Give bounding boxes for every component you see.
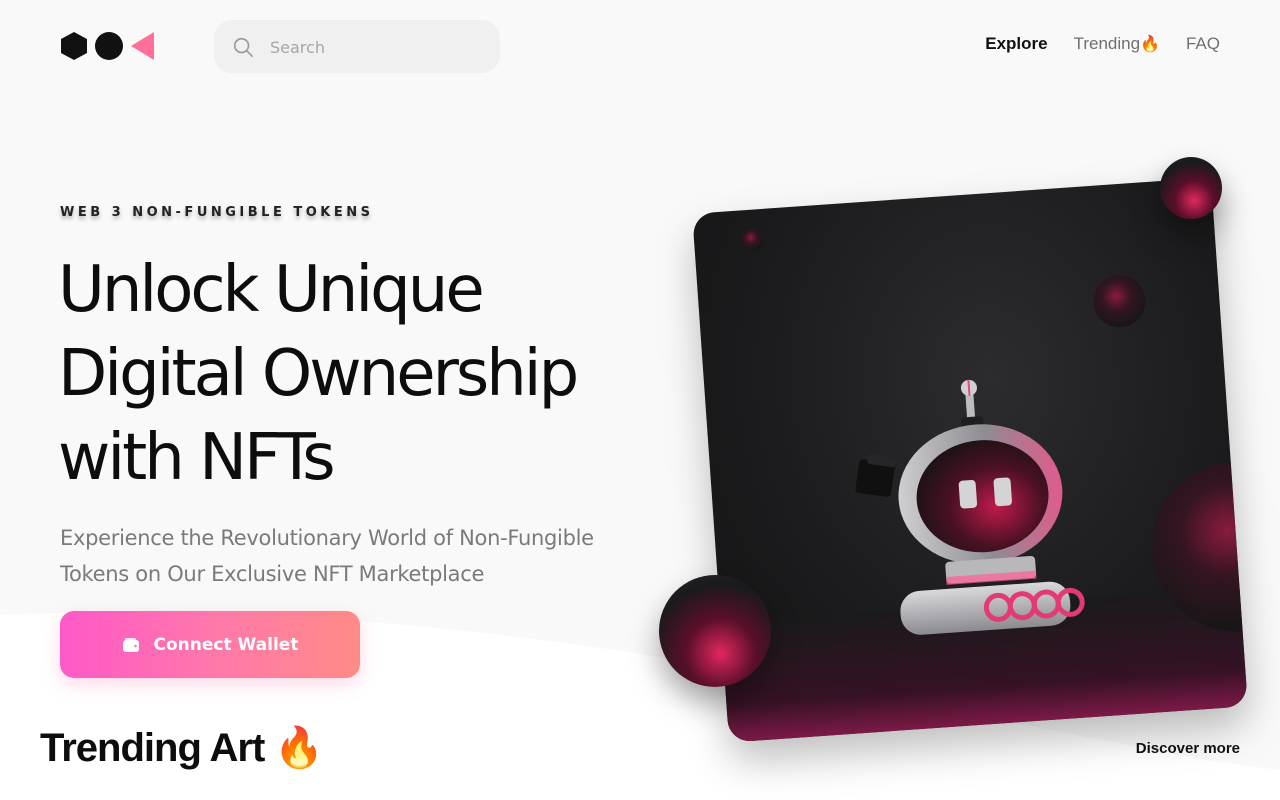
hero-artwork bbox=[650, 150, 1250, 770]
hero-subtitle-line: Tokens on Our Exclusive NFT Marketplace bbox=[60, 562, 485, 586]
connect-wallet-button[interactable]: Connect Wallet bbox=[60, 611, 360, 678]
hero-title-line: with NFTs bbox=[58, 421, 336, 495]
nav-trending-label: Trending bbox=[1073, 34, 1141, 53]
main-nav: Explore Trending🔥 FAQ bbox=[985, 34, 1220, 54]
hero-eyebrow: WEB 3 NON-FUNGIBLE TOKENS bbox=[60, 205, 374, 220]
robot-scene-image bbox=[741, 228, 1248, 635]
search-icon bbox=[233, 37, 253, 57]
nav-trending[interactable]: Trending🔥 bbox=[1074, 34, 1160, 54]
hero-subtitle-line: Experience the Revolutionary World of No… bbox=[60, 526, 594, 550]
search-input[interactable] bbox=[270, 32, 480, 62]
hero-subtitle: Experience the Revolutionary World of No… bbox=[60, 520, 660, 592]
top-header: Explore Trending🔥 FAQ bbox=[0, 0, 1280, 92]
nft-art-card[interactable] bbox=[692, 177, 1248, 743]
hero-title: Unlock Unique Digital Ownership with NFT… bbox=[58, 248, 678, 500]
nav-explore[interactable]: Explore bbox=[985, 34, 1047, 54]
trending-title-text: Trending Art bbox=[40, 726, 265, 770]
trending-title: Trending Art 🔥 bbox=[40, 724, 324, 771]
hero-title-line: Digital Ownership bbox=[58, 337, 579, 411]
wallet-icon bbox=[122, 637, 139, 652]
floating-orb-bottom bbox=[659, 575, 771, 687]
nav-faq[interactable]: FAQ bbox=[1186, 34, 1220, 54]
floating-orb-top bbox=[1160, 157, 1222, 219]
logo-icon[interactable] bbox=[60, 30, 156, 62]
fire-icon: 🔥 bbox=[1140, 36, 1160, 53]
hero-title-line: Unlock Unique bbox=[58, 253, 485, 327]
search-box[interactable] bbox=[214, 20, 500, 73]
connect-wallet-label: Connect Wallet bbox=[153, 634, 299, 655]
fire-icon: 🔥 bbox=[274, 726, 324, 770]
